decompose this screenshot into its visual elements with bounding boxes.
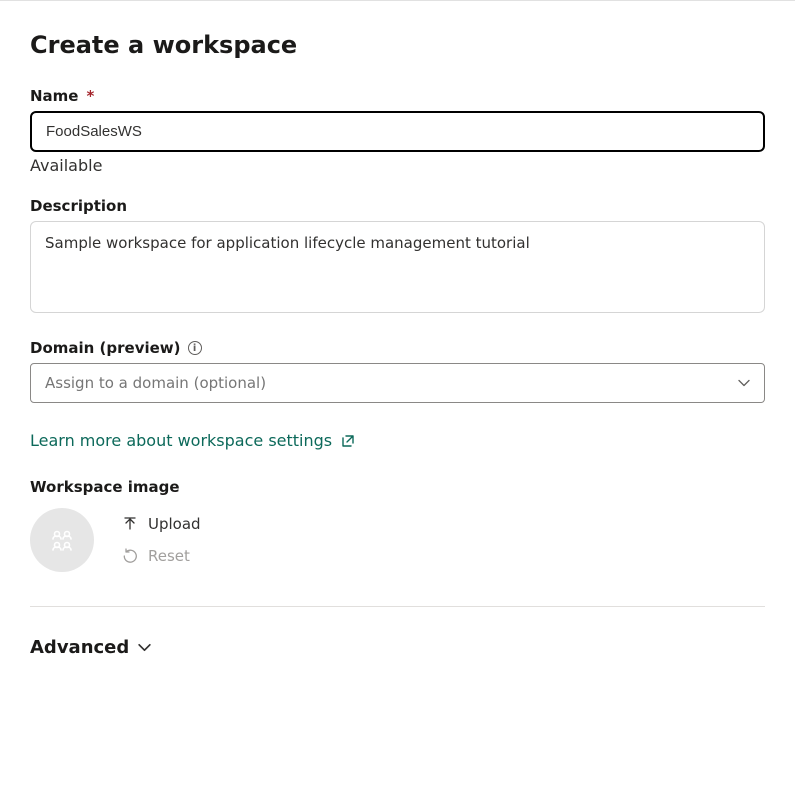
upload-label: Upload [148,515,201,533]
chevron-down-icon [137,640,152,655]
page-title: Create a workspace [30,31,765,59]
domain-label: Domain (preview) i [30,339,765,357]
domain-placeholder: Assign to a domain (optional) [30,363,765,403]
workspace-image-label: Workspace image [30,478,765,496]
required-asterisk: * [86,87,94,105]
description-field-group: Description Sample workspace for applica… [30,197,765,317]
info-icon[interactable]: i [188,341,202,355]
learn-more-link[interactable]: Learn more about workspace settings [30,431,765,450]
upload-button[interactable]: Upload [122,515,201,533]
name-input[interactable] [30,111,765,152]
advanced-label: Advanced [30,637,129,658]
external-link-icon [340,433,356,449]
name-label-text: Name [30,87,78,105]
reset-label: Reset [148,547,190,565]
name-label: Name * [30,87,765,105]
domain-select[interactable]: Assign to a domain (optional) [30,363,765,403]
description-input[interactable]: Sample workspace for application lifecyc… [30,221,765,313]
divider [30,606,765,607]
image-actions: Upload Reset [122,515,201,565]
name-field-group: Name * Available [30,87,765,175]
upload-icon [122,516,138,532]
avatar [30,508,94,572]
status-badge: Available [30,156,765,175]
people-icon [46,524,78,556]
domain-label-text: Domain (preview) [30,339,181,357]
workspace-image-section: Workspace image Upload [30,478,765,572]
description-label: Description [30,197,765,215]
reset-button: Reset [122,547,201,565]
domain-field-group: Domain (preview) i Assign to a domain (o… [30,339,765,403]
learn-more-text: Learn more about workspace settings [30,431,332,450]
reset-icon [122,548,138,564]
advanced-expander[interactable]: Advanced [30,637,765,658]
